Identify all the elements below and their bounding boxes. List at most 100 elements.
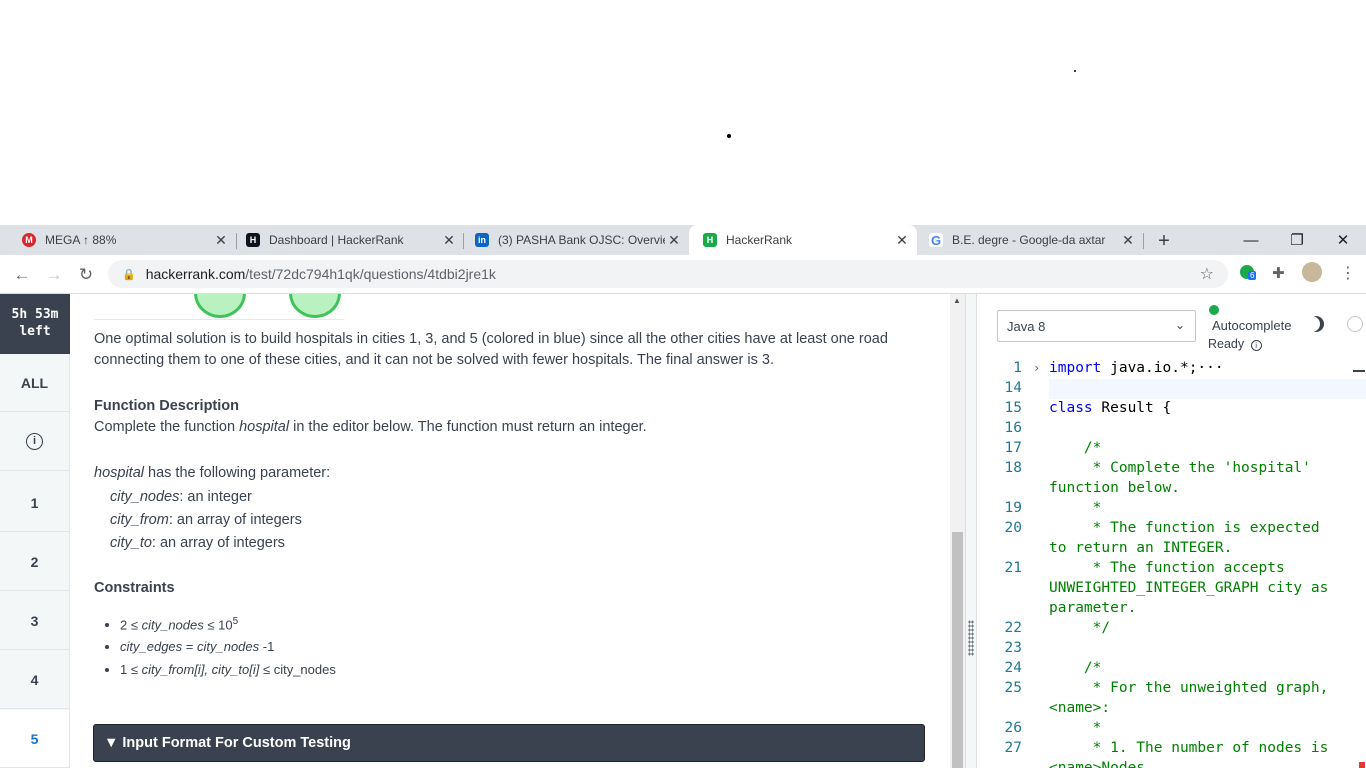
avatar[interactable]: [1302, 262, 1322, 282]
graph-node: [194, 294, 246, 318]
hackerrank-dark-icon: H: [246, 233, 260, 247]
rail-item-question-1[interactable]: 1: [0, 474, 69, 532]
param-function-name: hospital: [94, 465, 144, 481]
puzzle-icon[interactable]: ✚: [1272, 264, 1285, 282]
code-editor[interactable]: › 1 import java.io.*;··· 14 15 class Result …: [978, 360, 1366, 768]
autocomplete-label[interactable]: Autocomplete: [1212, 318, 1292, 333]
menu-kebab-icon[interactable]: ⋮: [1340, 263, 1356, 283]
url-host: hackerrank.com: [145, 266, 246, 282]
language-select[interactable]: Java 8 ⌄: [997, 310, 1196, 342]
info-icon[interactable]: i: [1250, 340, 1262, 351]
rail-item-question-3[interactable]: 3: [0, 592, 69, 650]
fold-chevron-icon[interactable]: ›: [1033, 361, 1040, 375]
scrollbar-thumb[interactable]: [952, 532, 963, 768]
line-number: 20: [1004, 520, 1022, 536]
close-window-button[interactable]: ✕: [1320, 225, 1366, 255]
tab-hackerrank-active[interactable]: H HackerRank ✕: [689, 225, 917, 255]
input-format-toggle[interactable]: ▼ Input Format For Custom Testing: [93, 724, 925, 762]
param-city-nodes: city_nodes: an integer: [110, 489, 252, 505]
constraint-var: city_nodes: [196, 639, 260, 654]
function-description-text: Complete the function hospital in the ed…: [94, 417, 934, 438]
lock-icon[interactable]: 🔒: [122, 268, 136, 281]
code-comment-line: * Complete the 'hospital': [1049, 460, 1311, 476]
fd-pre: Complete the function: [94, 419, 240, 435]
constraint-text: -1: [259, 639, 275, 654]
extension-badge: 6: [1248, 271, 1257, 280]
problem-statement: One optimal solution is to build hospita…: [70, 294, 950, 768]
rail-item-question-2[interactable]: 2: [0, 533, 69, 591]
fd-function-name: hospital: [239, 419, 290, 435]
pane-resize-handle[interactable]: [965, 294, 977, 768]
constraint-item: 2 ≤ city_nodes ≤ 105: [120, 616, 336, 632]
scroll-up-arrow[interactable]: ▲: [953, 296, 961, 305]
line-number: 15: [1004, 400, 1022, 416]
forward-button[interactable]: →: [42, 263, 66, 287]
code-comment-line: /*: [1049, 660, 1102, 676]
graph-illustration: [94, 294, 344, 320]
address-bar[interactable]: 🔒 hackerrank.com/test/72dc794h1qk/questi…: [108, 260, 1228, 288]
line-number: 24: [1004, 660, 1022, 676]
linkedin-icon: in: [475, 233, 489, 247]
line-number: 16: [1004, 420, 1022, 436]
code-comment-line: * The function accepts: [1049, 560, 1285, 576]
url-path: /test/72dc794h1qk/questions/4tdbi2jre1k: [245, 266, 496, 282]
param-name: city_from: [110, 512, 169, 528]
param-city-to: city_to: an array of integers: [110, 535, 285, 551]
code-comment-line: <name>:: [1049, 700, 1111, 716]
code-comment-line: UNWEIGHTED_INTEGER_GRAPH city as: [1049, 580, 1329, 596]
fd-post: in the editor below. The function must r…: [289, 419, 647, 435]
browser-toolbar: ← → ↻ 🔒 hackerrank.com/test/72dc794h1qk/…: [0, 255, 1366, 294]
param-desc: : an integer: [179, 489, 252, 505]
constraint-var: city_edges: [120, 639, 183, 654]
close-icon[interactable]: ✕: [665, 232, 683, 249]
rail-item-info[interactable]: i: [0, 413, 69, 471]
reload-button[interactable]: ↻: [74, 263, 98, 287]
stray-dot-small: [1074, 70, 1076, 72]
line-number: 17: [1004, 440, 1022, 456]
overview-ruler-error: [1359, 762, 1365, 768]
line-number: 26: [1004, 720, 1022, 736]
chevron-down-icon: ⌄: [1174, 318, 1185, 332]
minimize-button[interactable]: —: [1228, 225, 1274, 255]
tab-title: Dashboard | HackerRank: [269, 233, 404, 247]
tab-linkedin[interactable]: in (3) PASHA Bank OJSC: Overview ✕: [453, 225, 689, 255]
hackerrank-icon: H: [703, 233, 717, 247]
tab-title: MEGA ↑ 88%: [45, 233, 117, 247]
problem-scrollbar[interactable]: ▲: [950, 294, 965, 768]
code-comment-line: <name>Nodes.: [1049, 760, 1154, 768]
tab-dashboard[interactable]: H Dashboard | HackerRank ✕: [224, 225, 464, 255]
rail-item-question-5[interactable]: 5: [0, 710, 69, 768]
dark-mode-moon-icon[interactable]: [1308, 316, 1324, 332]
back-button[interactable]: ←: [10, 263, 34, 287]
code-line: class Result {: [1049, 400, 1172, 416]
param-city-from: city_from: an array of integers: [110, 512, 302, 528]
tab-title: HackerRank: [726, 233, 793, 247]
constraint-exponent: 5: [232, 616, 239, 627]
constraints-heading: Constraints: [94, 580, 175, 596]
question-nav-rail: 5h 53m left ALL i 1 2 3 4 5: [0, 294, 70, 768]
tab-mega[interactable]: M MEGA ↑ 88% ✕: [0, 225, 236, 255]
code-keyword: import: [1049, 360, 1102, 376]
url-text: hackerrank.com/test/72dc794h1qk/question…: [146, 266, 496, 282]
rail-item-question-4[interactable]: 4: [0, 651, 69, 709]
editor-header: Java 8 ⌄ Autocomplete Ready i: [978, 294, 1366, 360]
close-icon[interactable]: ✕: [1119, 232, 1137, 249]
line-number: 19: [1004, 500, 1022, 516]
bookmark-star-icon[interactable]: ☆: [1200, 264, 1214, 284]
constraints-list: 2 ≤ city_nodes ≤ 105 city_edges = city_n…: [120, 616, 336, 685]
line-number: 25: [1004, 680, 1022, 696]
restore-button[interactable]: ❐: [1274, 225, 1320, 255]
extension-icon[interactable]: 6: [1240, 265, 1257, 280]
timer-value: 5h 53m: [11, 307, 59, 322]
rail-item-all[interactable]: ALL: [0, 354, 69, 412]
line-number: 23: [1004, 640, 1022, 656]
time-left: 5h 53m left: [0, 294, 70, 354]
code-line: import java.io.*;···: [1049, 360, 1224, 376]
new-tab-button[interactable]: +: [1151, 228, 1177, 254]
param-intro-text: has the following parameter:: [143, 465, 331, 481]
param-desc: : an array of integers: [151, 535, 285, 551]
tab-google[interactable]: G B.E. degre - Google-da axtar ✕: [907, 225, 1143, 255]
constraint-item: 1 ≤ city_from[i], city_to[i] ≤ city_node…: [120, 662, 336, 678]
line-number: 27: [1004, 740, 1022, 756]
history-icon[interactable]: [1347, 316, 1363, 332]
